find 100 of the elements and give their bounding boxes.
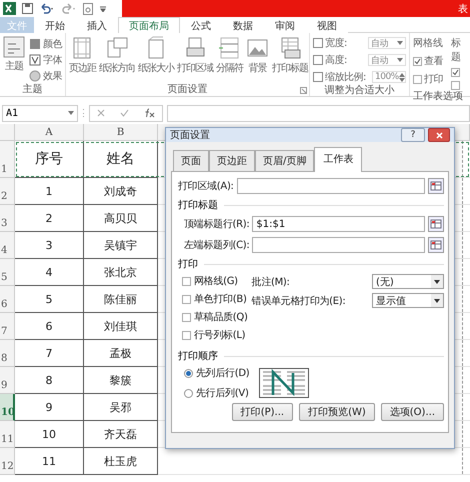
formula-field[interactable] <box>167 104 470 122</box>
dialog-tab[interactable]: 页面 <box>173 150 209 172</box>
dropdown-arrow-icon <box>68 111 74 115</box>
checkbox[interactable] <box>182 276 191 286</box>
dialog-button[interactable]: 打印预览(W) <box>299 403 375 421</box>
row-header[interactable]: 9 <box>0 367 15 394</box>
row-header[interactable]: 4 <box>0 232 15 259</box>
save-icon[interactable] <box>22 3 33 14</box>
dialog-tab[interactable]: 页眉/页脚 <box>255 150 314 172</box>
name-box[interactable]: A1 <box>2 104 78 122</box>
page-setup-button[interactable]: 纸张方向 <box>99 36 135 83</box>
redo-icon[interactable] <box>61 3 77 14</box>
table-cell: 9 <box>15 394 84 421</box>
print-area-field[interactable] <box>236 178 425 194</box>
table-cell: 姓名 <box>84 141 158 178</box>
checkbox-label: 网格线(G) <box>194 274 238 288</box>
checkbox[interactable] <box>182 294 191 304</box>
range-picker-icon[interactable] <box>428 237 444 253</box>
theme-option-button[interactable]: 效果 <box>29 68 62 82</box>
option-heading: 网格线 <box>413 36 443 50</box>
row-header[interactable]: 7 <box>0 313 15 340</box>
row-header[interactable]: 8 <box>0 340 15 367</box>
page-setup-button[interactable]: 打印区域 <box>177 36 213 83</box>
row-header[interactable]: 6 <box>0 286 15 313</box>
help-button[interactable]: ? <box>401 128 425 142</box>
customize-menu-icon[interactable] <box>100 6 106 12</box>
table-cell: 2 <box>15 205 84 232</box>
radio-button[interactable] <box>184 368 193 378</box>
row-header[interactable]: 3 <box>0 205 15 232</box>
group-label: 调整为合适大小 <box>324 84 394 97</box>
checkbox[interactable] <box>451 68 460 77</box>
excel-logo-icon <box>3 2 16 15</box>
section-heading: 打印顺序 <box>178 350 218 363</box>
table-cell: 吴邪 <box>84 394 158 421</box>
print-preview-icon[interactable] <box>83 2 94 14</box>
ribbon-tab[interactable]: 页面布局 <box>118 17 180 33</box>
group-label: 工作表选项 <box>413 90 463 103</box>
print-titles-icon <box>278 36 302 60</box>
title-range-field[interactable] <box>252 237 425 253</box>
dialog-title: 页面设置 <box>170 128 210 142</box>
page-setup-button[interactable]: 背景 <box>246 36 269 83</box>
table-cell: 陈佳丽 <box>84 286 158 313</box>
table-cell: 7 <box>15 340 84 367</box>
row-header[interactable]: 11 <box>0 421 15 448</box>
dialog-launcher-icon[interactable] <box>300 87 307 94</box>
enter-icon[interactable] <box>120 109 129 117</box>
checkbox-label: 打印 <box>424 72 443 86</box>
window-title: 表 <box>458 2 468 16</box>
column-header[interactable]: A <box>15 124 84 141</box>
dropdown-arrow-icon <box>397 58 403 62</box>
breaks-icon <box>218 36 241 60</box>
scale-spinner[interactable]: 100% <box>372 71 406 83</box>
themes-button[interactable]: 主题 <box>3 36 25 83</box>
close-button[interactable] <box>428 128 450 142</box>
page-setup-button[interactable]: 页边距 <box>69 36 96 83</box>
dropdown[interactable]: (无) <box>372 274 444 289</box>
dialog-button[interactable]: 选项(O)... <box>380 403 444 421</box>
checkbox[interactable] <box>182 312 191 322</box>
insert-function-icon[interactable] <box>144 108 155 118</box>
dialog-button[interactable]: 打印(P)... <box>232 403 294 421</box>
dialog-tab[interactable]: 工作表 <box>314 147 362 172</box>
checkbox[interactable] <box>182 330 191 340</box>
row-header[interactable]: 12 <box>0 448 15 475</box>
orientation-icon <box>106 36 128 60</box>
size-dropdown[interactable]: 自动 <box>368 54 406 66</box>
row-header[interactable]: 1 <box>0 141 15 178</box>
title-range-field[interactable]: $1:$1 <box>252 216 425 232</box>
checkbox[interactable] <box>413 56 422 66</box>
page-setup-button[interactable]: 纸张大小 <box>138 36 174 83</box>
checkbox-label: 草稿品质(Q) <box>194 310 248 324</box>
undo-icon[interactable] <box>39 3 55 14</box>
field-label: 顶端标题行(R): <box>184 218 250 231</box>
radio-button[interactable] <box>184 388 193 398</box>
range-picker-icon[interactable] <box>428 178 444 194</box>
page-setup-button[interactable]: 分隔符 <box>216 36 243 83</box>
column-header[interactable]: B <box>84 124 158 141</box>
table-cell: 黎簇 <box>84 367 158 394</box>
field-label: 缩放比例: <box>325 70 366 84</box>
field-label: 宽度: <box>325 36 347 50</box>
checkbox[interactable] <box>413 74 422 84</box>
page-order-drawing <box>259 368 310 398</box>
select-all-corner[interactable] <box>0 124 15 141</box>
table-cell: 刘成奇 <box>84 178 158 205</box>
row-header[interactable]: 2 <box>0 178 15 205</box>
spin-arrows-icon <box>398 72 405 82</box>
option-heading: 标题 <box>451 36 462 64</box>
size-dropdown[interactable]: 自动 <box>368 37 406 49</box>
row-header[interactable]: 5 <box>0 259 15 286</box>
checkbox[interactable] <box>451 81 460 90</box>
theme-option-button[interactable]: 颜色 <box>29 36 62 50</box>
group-label: 主题 <box>22 83 42 96</box>
dialog-tab[interactable]: 页边距 <box>209 150 255 172</box>
page-setup-button[interactable]: 打印标题 <box>272 36 308 83</box>
font-icon <box>29 54 41 66</box>
field-label: 打印区域(A): <box>178 180 234 193</box>
dropdown[interactable]: 显示值 <box>372 293 444 308</box>
theme-option-button[interactable]: 字体 <box>29 52 62 66</box>
cancel-icon[interactable] <box>97 109 106 117</box>
table-cell: 1 <box>15 178 84 205</box>
range-picker-icon[interactable] <box>428 216 444 232</box>
